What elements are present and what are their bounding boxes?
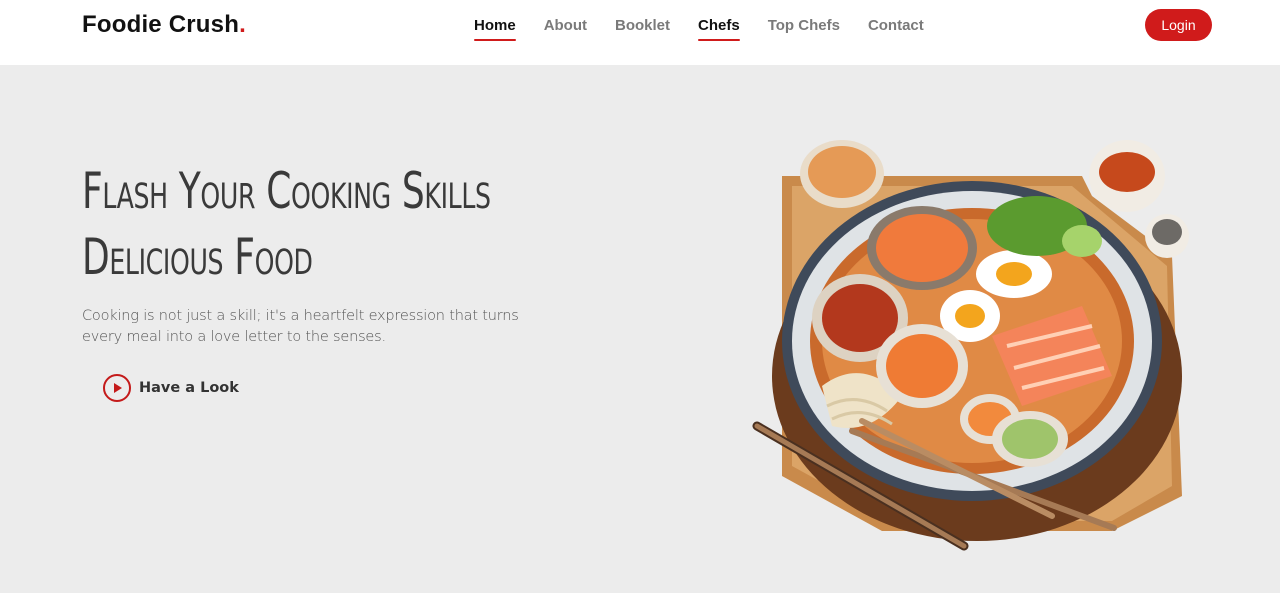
nav-top-chefs[interactable]: Top Chefs [768, 0, 840, 50]
hero-title-line-2: Delicious Food [82, 228, 313, 286]
nav-chefs[interactable]: Chefs [698, 0, 740, 50]
have-a-look-label: Have a Look [139, 380, 239, 396]
hero-title-line-1: Flash Your Cooking Skills [82, 162, 491, 220]
nav-home[interactable]: Home [474, 0, 516, 50]
play-circle-icon [103, 374, 131, 402]
hero-title: Flash Your Cooking Skills Delicious Food [82, 158, 491, 290]
login-button[interactable]: Login [1145, 9, 1212, 41]
food-bowl-image [752, 140, 1189, 551]
logo[interactable]: Foodie Crush. [82, 11, 246, 39]
nav-booklet[interactable]: Booklet [615, 0, 670, 50]
hero-description: Cooking is not just a skill; it's a hear… [82, 308, 519, 345]
nav-about[interactable]: About [544, 0, 587, 50]
site-header: Foodie Crush. Home About Booklet Chefs T… [0, 0, 1280, 65]
main-nav: Home About Booklet Chefs Top Chefs Conta… [460, 0, 938, 65]
nav-contact[interactable]: Contact [868, 0, 924, 50]
have-a-look-button[interactable]: Have a Look [103, 374, 239, 402]
